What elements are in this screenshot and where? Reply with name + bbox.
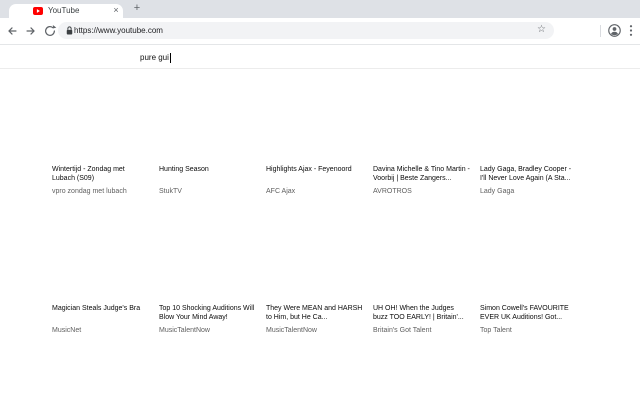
video-item: Lady Gaga, Bradley Cooper - I'll Never L… — [480, 165, 577, 196]
video-item: Magician Steals Judge's Bra MusicNet — [52, 304, 149, 335]
video-row-2: Magician Steals Judge's Bra MusicNet Top… — [52, 304, 587, 335]
bookmark-star-icon[interactable]: ☆ — [537, 22, 546, 39]
video-row-1: Wintertijd - Zondag met Lubach (S09) vpr… — [52, 165, 587, 196]
text-cursor — [169, 52, 171, 63]
video-channel[interactable]: Top Talent — [480, 326, 577, 335]
video-title[interactable]: Hunting Season — [159, 165, 256, 183]
menu-icon[interactable] — [628, 24, 634, 37]
video-item: Top 10 Shocking Auditions Will Blow Your… — [159, 304, 256, 335]
browser-toolbar: https://www.youtube.com ☆ — [0, 18, 640, 45]
video-item: Davina Michelle & Tino Martin - Voorbij … — [373, 165, 470, 196]
search-input-value[interactable]: pure gui — [140, 53, 169, 62]
video-channel[interactable]: Lady Gaga — [480, 187, 577, 196]
video-title[interactable]: UH OH! When the Judges buzz TOO EARLY! |… — [373, 304, 470, 322]
back-icon[interactable] — [5, 24, 19, 38]
video-item: Hunting Season StukTV — [159, 165, 256, 196]
forward-icon[interactable] — [24, 24, 38, 38]
tab-title: YouTube — [48, 6, 80, 15]
youtube-favicon-icon — [33, 7, 43, 15]
video-channel[interactable]: vpro zondag met lubach — [52, 187, 149, 196]
toolbar-divider — [600, 25, 601, 37]
video-item: Highlights Ajax - Feyenoord AFC Ajax — [266, 165, 363, 196]
tab-close-icon[interactable]: × — [109, 4, 123, 18]
search-input[interactable]: pure gui — [140, 51, 171, 64]
video-item: Wintertijd - Zondag met Lubach (S09) vpr… — [52, 165, 149, 196]
browser-window: YouTube × + https://www.youtube.com ☆ pu… — [0, 0, 640, 400]
video-channel[interactable]: MusicTalentNow — [159, 326, 256, 335]
video-channel[interactable]: AFC Ajax — [266, 187, 363, 196]
tab-strip: YouTube × + — [0, 0, 640, 18]
video-title[interactable]: Highlights Ajax - Feyenoord — [266, 165, 363, 183]
video-title[interactable]: Lady Gaga, Bradley Cooper - I'll Never L… — [480, 165, 577, 183]
video-title[interactable]: Wintertijd - Zondag met Lubach (S09) — [52, 165, 149, 183]
new-tab-icon[interactable]: + — [129, 1, 145, 17]
url-text[interactable]: https://www.youtube.com — [74, 22, 163, 39]
video-channel[interactable]: MusicNet — [52, 326, 149, 335]
video-channel[interactable]: Britain's Got Talent — [373, 326, 470, 335]
profile-icon[interactable] — [608, 24, 621, 37]
video-title[interactable]: Davina Michelle & Tino Martin - Voorbij … — [373, 165, 470, 183]
refresh-icon[interactable] — [43, 24, 57, 38]
masthead-divider — [0, 68, 640, 69]
tab-youtube[interactable]: YouTube × — [9, 4, 123, 18]
video-channel[interactable]: AVROTROS — [373, 187, 470, 196]
address-bar[interactable]: https://www.youtube.com ☆ — [58, 22, 554, 39]
video-title[interactable]: Top 10 Shocking Auditions Will Blow Your… — [159, 304, 256, 322]
video-item: They Were MEAN and HARSH to Him, but He … — [266, 304, 363, 335]
video-item: UH OH! When the Judges buzz TOO EARLY! |… — [373, 304, 470, 335]
video-item: Simon Cowell's FAVOURITE EVER UK Auditio… — [480, 304, 577, 335]
video-channel[interactable]: MusicTalentNow — [266, 326, 363, 335]
video-title[interactable]: Magician Steals Judge's Bra — [52, 304, 149, 322]
video-title[interactable]: They Were MEAN and HARSH to Him, but He … — [266, 304, 363, 322]
video-channel[interactable]: StukTV — [159, 187, 256, 196]
video-title[interactable]: Simon Cowell's FAVOURITE EVER UK Auditio… — [480, 304, 577, 322]
youtube-page: pure gui Wintertijd - Zondag met Lubach … — [0, 45, 640, 400]
